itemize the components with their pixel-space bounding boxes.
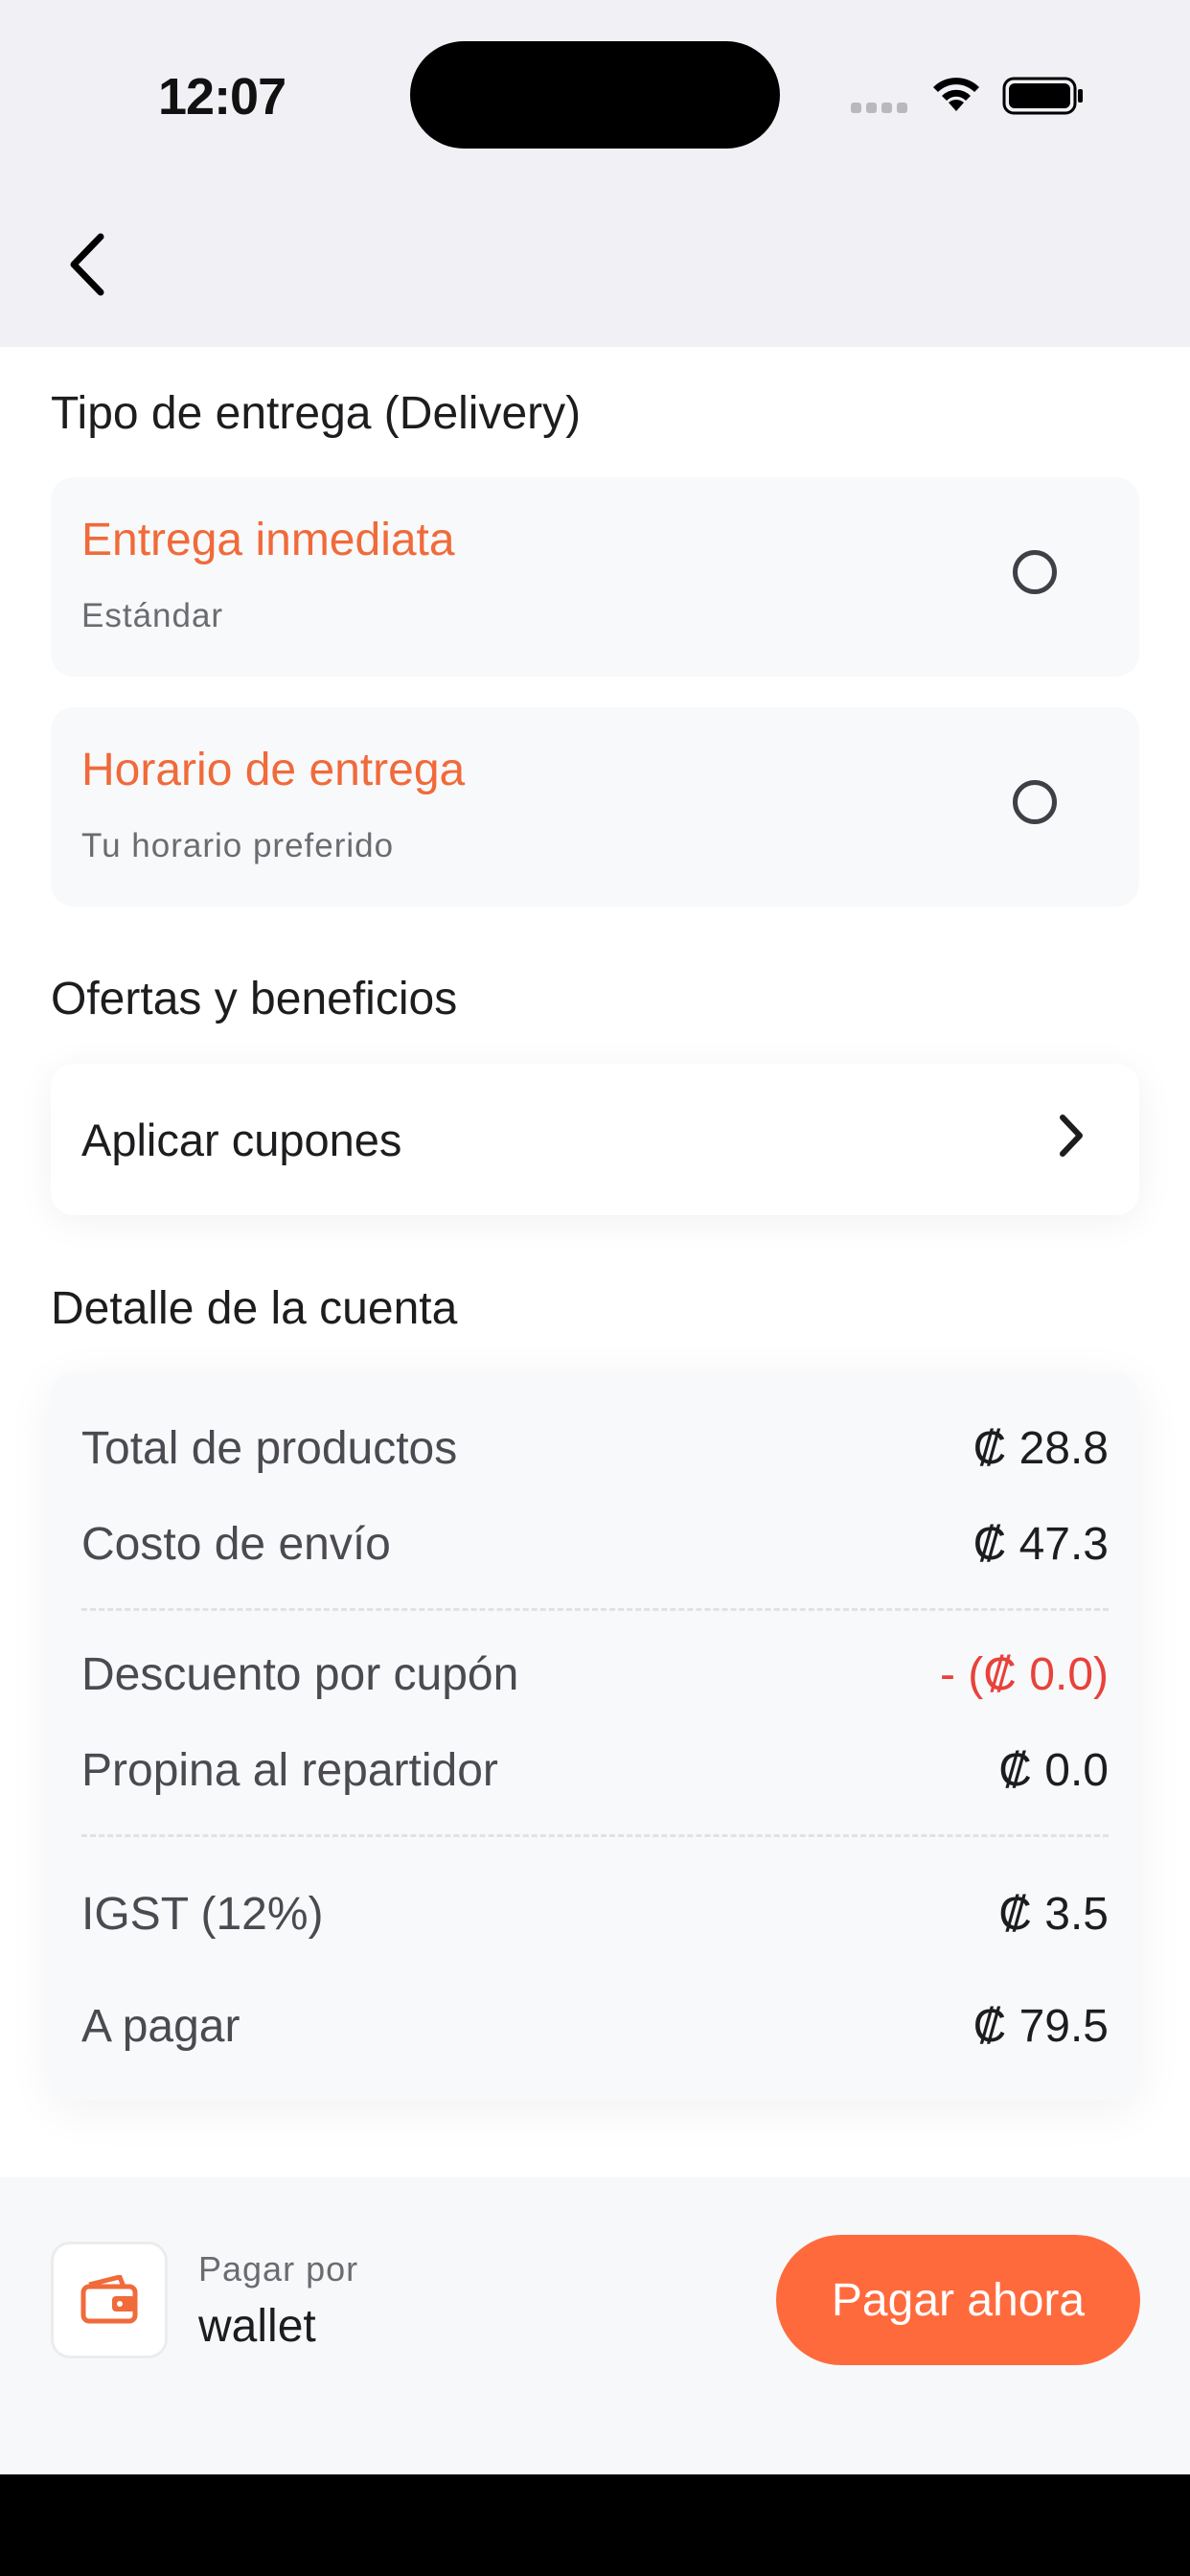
dynamic-island xyxy=(410,41,780,149)
delivery-option-subtitle: Tu horario preferido xyxy=(81,827,395,864)
bill-row-value: - (₡ 0.0) xyxy=(939,1649,1109,1700)
bill-row-label: Costo de envío xyxy=(81,1519,391,1570)
delivery-option-title: Horario de entrega xyxy=(81,745,466,795)
bill-row-products: Total de productos ₡ 28.8 xyxy=(81,1422,1109,1475)
pay-now-button[interactable]: Pagar ahora xyxy=(776,2235,1140,2365)
bill-details-card: Total de productos ₡ 28.8 Costo de envío… xyxy=(51,1372,1139,2101)
delivery-option-scheduled[interactable]: Horario de entrega Tu horario preferido xyxy=(51,707,1139,907)
bill-row-tax: IGST (12%) ₡ 3.5 xyxy=(81,1888,1109,1941)
bill-row-discount: Descuento por cupón - (₡ 0.0) xyxy=(81,1648,1109,1701)
bill-row-value: ₡ 3.5 xyxy=(998,1889,1109,1940)
bill-row-value: ₡ 28.8 xyxy=(973,1423,1109,1474)
bill-row-label: Descuento por cupón xyxy=(81,1649,519,1700)
bill-row-value: ₡ 79.5 xyxy=(973,2001,1109,2052)
wallet-icon xyxy=(80,2275,138,2324)
status-bar: 12:07 xyxy=(0,0,1190,192)
bill-row-value: ₡ 0.0 xyxy=(998,1745,1109,1796)
delivery-option-title: Entrega inmediata xyxy=(81,515,455,565)
battery-icon xyxy=(1002,77,1083,115)
bill-details-title: Detalle de la cuenta xyxy=(51,1283,458,1334)
divider xyxy=(81,1608,1109,1611)
bill-row-tip: Propina al repartidor ₡ 0.0 xyxy=(81,1744,1109,1797)
apply-coupons-button[interactable]: Aplicar cupones xyxy=(51,1064,1139,1215)
status-time: 12:07 xyxy=(158,68,286,126)
navigation-bar xyxy=(0,192,1190,347)
apply-coupons-label: Aplicar cupones xyxy=(81,1115,402,1165)
payment-method-selector[interactable] xyxy=(51,2242,168,2358)
wifi-icon xyxy=(933,78,979,111)
delivery-option-immediate[interactable]: Entrega inmediata Estándar xyxy=(51,477,1139,677)
radio-button[interactable] xyxy=(1013,780,1057,824)
delivery-type-title: Tipo de entrega (Delivery) xyxy=(51,388,582,439)
bill-row-label: Propina al repartidor xyxy=(81,1745,498,1796)
pay-by-label: Pagar por xyxy=(198,2249,359,2288)
chevron-left-icon xyxy=(70,233,104,296)
bill-row-total: A pagar ₡ 79.5 xyxy=(81,2000,1109,2053)
offers-title: Ofertas y beneficios xyxy=(51,974,458,1024)
payment-footer: Pagar por wallet Pagar ahora xyxy=(0,2177,1190,2474)
payment-method-value[interactable]: wallet xyxy=(198,2300,316,2353)
divider xyxy=(81,1834,1109,1837)
cellular-signal-icon xyxy=(851,103,907,113)
bill-row-label: IGST (12%) xyxy=(81,1889,324,1940)
checkout-screen: 12:07 Tipo de entrega (Delivery) Entrega… xyxy=(0,0,1190,2474)
bill-row-value: ₡ 47.3 xyxy=(973,1519,1109,1570)
delivery-option-subtitle: Estándar xyxy=(81,597,224,634)
bill-row-label: Total de productos xyxy=(81,1423,458,1474)
bill-row-label: A pagar xyxy=(81,2001,240,2052)
radio-button[interactable] xyxy=(1013,550,1057,594)
back-button[interactable] xyxy=(54,226,121,303)
chevron-right-icon xyxy=(1060,1115,1083,1157)
bill-row-shipping: Costo de envío ₡ 47.3 xyxy=(81,1518,1109,1571)
